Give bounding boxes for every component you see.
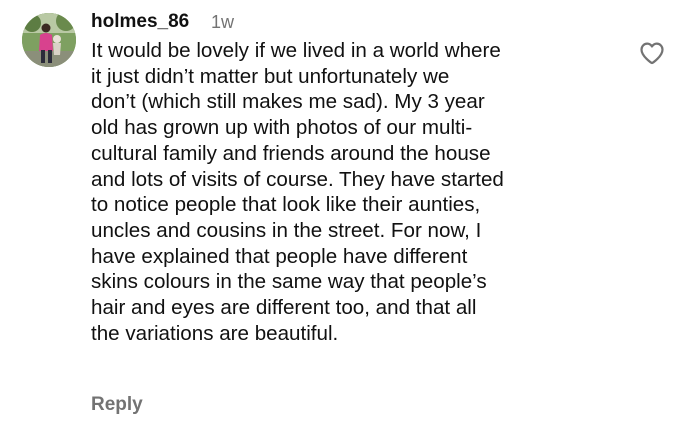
comment-text: It would be lovely if we lived in a worl… [91,38,631,346]
comment-text-line: and lots of visits of course. They have … [91,167,504,191]
like-button[interactable] [638,39,666,67]
comment-text-line: to notice people that look like their au… [91,193,481,217]
avatar-photo [22,13,76,67]
comment-text-line: hair and eyes are different too, and tha… [91,296,477,320]
comment-text-line: don’t (which still makes me sad). My 3 y… [91,90,485,114]
comment: holmes_86 1w It would be lovely if we li… [0,0,700,428]
comment-text-line: uncles and cousins in the street. For no… [91,218,482,242]
comment-text-line: skins colours in the same way that peopl… [91,270,487,294]
comment-text-line: It would be lovely if we lived in a worl… [91,39,501,62]
timestamp: 1w [211,12,235,32]
comment-text-line: old has grown up with photos of our mult… [91,116,473,140]
comment-text-line: have explained that people have differen… [91,244,468,268]
heart-outline-icon [640,42,664,65]
reply-button[interactable]: Reply [91,394,143,416]
comment-text-line: the variations are beautiful. [91,321,339,345]
username[interactable]: holmes_86 [91,11,189,33]
avatar[interactable] [22,13,76,67]
comment-text-line: it just didn’t matter but unfortunately … [91,64,450,88]
comment-text-line: cultural family and friends around the h… [91,141,491,165]
